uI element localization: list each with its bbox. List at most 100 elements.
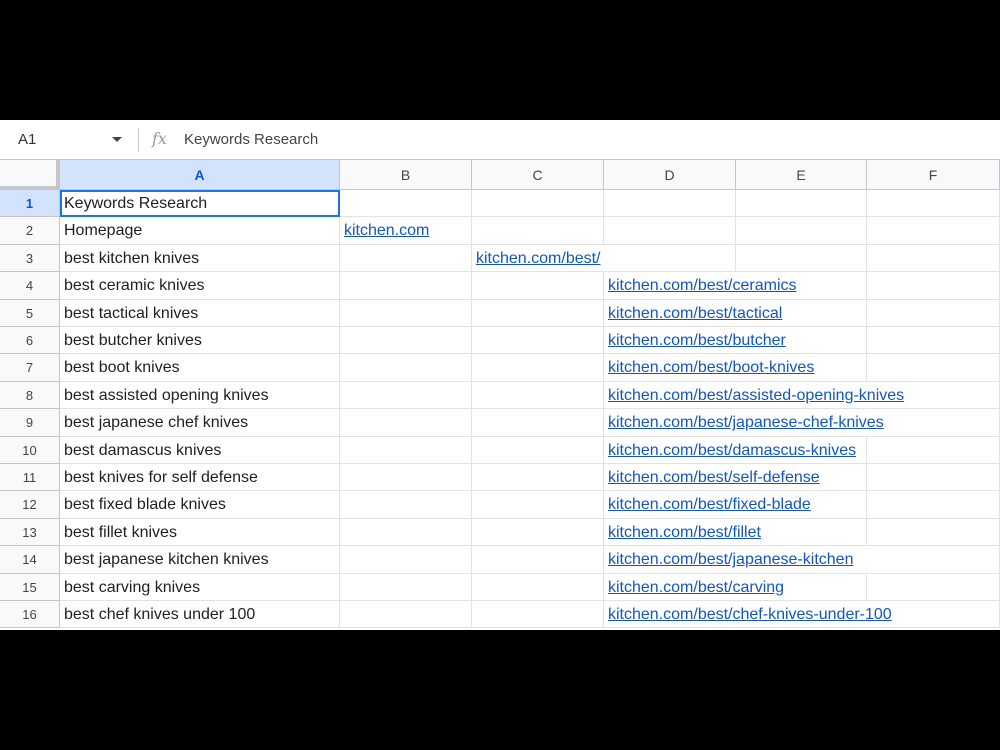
cell-c16[interactable] <box>472 601 604 629</box>
row-header-2[interactable]: 2 <box>0 217 60 245</box>
column-header-b[interactable]: B <box>340 160 472 190</box>
cell-c7[interactable] <box>472 354 604 382</box>
cell-f1[interactable] <box>867 190 1000 218</box>
cell-a3[interactable]: best kitchen knives <box>60 244 340 273</box>
cell-a9[interactable]: best japanese chef knives <box>60 409 340 437</box>
cell-e7[interactable] <box>736 354 867 382</box>
cell-b9[interactable] <box>340 409 472 437</box>
cell-f10[interactable] <box>867 436 1000 464</box>
cell-e5[interactable] <box>736 299 867 327</box>
cell-c12[interactable] <box>472 491 604 519</box>
cell-c1[interactable] <box>472 190 604 218</box>
url-link-cell[interactable]: kitchen.com <box>340 217 472 245</box>
cell-b16[interactable] <box>340 601 472 629</box>
url-link-cell[interactable]: kitchen.com/best/ceramics <box>604 272 797 300</box>
cell-a12[interactable]: best fixed blade knives <box>60 491 340 519</box>
column-header-c[interactable]: C <box>472 160 604 190</box>
row-header-6[interactable]: 6 <box>0 327 60 355</box>
cell-c6[interactable] <box>472 327 604 355</box>
cell-b10[interactable] <box>340 436 472 464</box>
row-header-11[interactable]: 11 <box>0 464 60 492</box>
column-header-e[interactable]: E <box>736 160 867 190</box>
cell-a4[interactable]: best ceramic knives <box>60 272 340 300</box>
cell-e10[interactable] <box>736 436 867 464</box>
cell-e2[interactable] <box>736 217 867 245</box>
cell-e3[interactable] <box>736 244 867 273</box>
column-header-a[interactable]: A <box>60 160 340 190</box>
row-header-16[interactable]: 16 <box>0 601 60 629</box>
cell-c14[interactable] <box>472 546 604 574</box>
cell-c9[interactable] <box>472 409 604 437</box>
row-header-4[interactable]: 4 <box>0 272 60 300</box>
cell-b5[interactable] <box>340 299 472 327</box>
url-link-cell[interactable]: kitchen.com/best/boot-knives <box>604 354 814 382</box>
cell-f2[interactable] <box>867 217 1000 245</box>
cell-f8[interactable] <box>867 381 1000 410</box>
cell-d1[interactable] <box>604 190 736 218</box>
cell-b12[interactable] <box>340 491 472 519</box>
cell-f5[interactable] <box>867 299 1000 327</box>
cell-f11[interactable] <box>867 464 1000 492</box>
cell-a11[interactable]: best knives for self defense <box>60 464 340 492</box>
url-link-cell[interactable]: kitchen.com/best/japanese-chef-knives <box>604 409 884 437</box>
url-link-cell[interactable]: kitchen.com/best/fixed-blade <box>604 491 811 519</box>
url-link-cell[interactable]: kitchen.com/best/fillet <box>604 519 761 547</box>
url-link-cell[interactable]: kitchen.com/best/chef-knives-under-100 <box>604 601 892 629</box>
cell-a14[interactable]: best japanese kitchen knives <box>60 546 340 574</box>
row-header-8[interactable]: 8 <box>0 381 60 410</box>
cell-b7[interactable] <box>340 354 472 382</box>
cell-b13[interactable] <box>340 518 472 547</box>
row-header-10[interactable]: 10 <box>0 436 60 464</box>
select-all-corner[interactable] <box>0 160 60 190</box>
row-header-7[interactable]: 7 <box>0 354 60 382</box>
cell-f7[interactable] <box>867 354 1000 382</box>
cell-b4[interactable] <box>340 272 472 300</box>
url-link-cell[interactable]: kitchen.com/best/japanese-kitchen <box>604 546 853 574</box>
row-header-14[interactable]: 14 <box>0 546 60 574</box>
cell-e13[interactable] <box>736 518 867 547</box>
cell-b3[interactable] <box>340 244 472 273</box>
url-link-cell[interactable]: kitchen.com/best/ <box>472 245 604 273</box>
cell-f13[interactable] <box>867 518 1000 547</box>
cell-e4[interactable] <box>736 272 867 300</box>
cell-d2[interactable] <box>604 217 736 245</box>
cell-b6[interactable] <box>340 327 472 355</box>
name-box[interactable]: A1 <box>0 120 138 160</box>
cell-b15[interactable] <box>340 573 472 601</box>
row-header-3[interactable]: 3 <box>0 244 60 273</box>
cell-a13[interactable]: best fillet knives <box>60 518 340 547</box>
cell-e12[interactable] <box>736 491 867 519</box>
cell-a16[interactable]: best chef knives under 100 <box>60 601 340 629</box>
url-link-cell[interactable]: kitchen.com/best/assisted-opening-knives <box>604 382 904 410</box>
cell-f6[interactable] <box>867 327 1000 355</box>
cell-a10[interactable]: best damascus knives <box>60 436 340 464</box>
cell-e9[interactable] <box>736 409 867 437</box>
url-link-cell[interactable]: kitchen.com/best/damascus-knives <box>604 437 856 464</box>
cell-e15[interactable] <box>736 573 867 601</box>
cell-c8[interactable] <box>472 381 604 410</box>
cell-c5[interactable] <box>472 299 604 327</box>
cell-c4[interactable] <box>472 272 604 300</box>
cell-b8[interactable] <box>340 381 472 410</box>
chevron-down-icon[interactable] <box>112 137 122 142</box>
cell-b14[interactable] <box>340 546 472 574</box>
column-header-d[interactable]: D <box>604 160 736 190</box>
cell-c15[interactable] <box>472 573 604 601</box>
cell-e1[interactable] <box>736 190 867 218</box>
cell-f9[interactable] <box>867 409 1000 437</box>
cell-a1[interactable]: Keywords Research <box>60 190 340 218</box>
url-link-cell[interactable]: kitchen.com/best/self-defense <box>604 464 820 492</box>
cell-a7[interactable]: best boot knives <box>60 354 340 382</box>
cell-a2[interactable]: Homepage <box>60 217 340 245</box>
cell-a5[interactable]: best tactical knives <box>60 299 340 327</box>
url-link-cell[interactable]: kitchen.com/best/tactical <box>604 300 782 327</box>
cell-f15[interactable] <box>867 573 1000 601</box>
row-header-5[interactable]: 5 <box>0 299 60 327</box>
row-header-9[interactable]: 9 <box>0 409 60 437</box>
cell-e14[interactable] <box>736 546 867 574</box>
cell-e16[interactable] <box>736 601 867 629</box>
cell-a8[interactable]: best assisted opening knives <box>60 381 340 410</box>
row-header-12[interactable]: 12 <box>0 491 60 519</box>
column-header-f[interactable]: F <box>867 160 1000 190</box>
cell-f4[interactable] <box>867 272 1000 300</box>
